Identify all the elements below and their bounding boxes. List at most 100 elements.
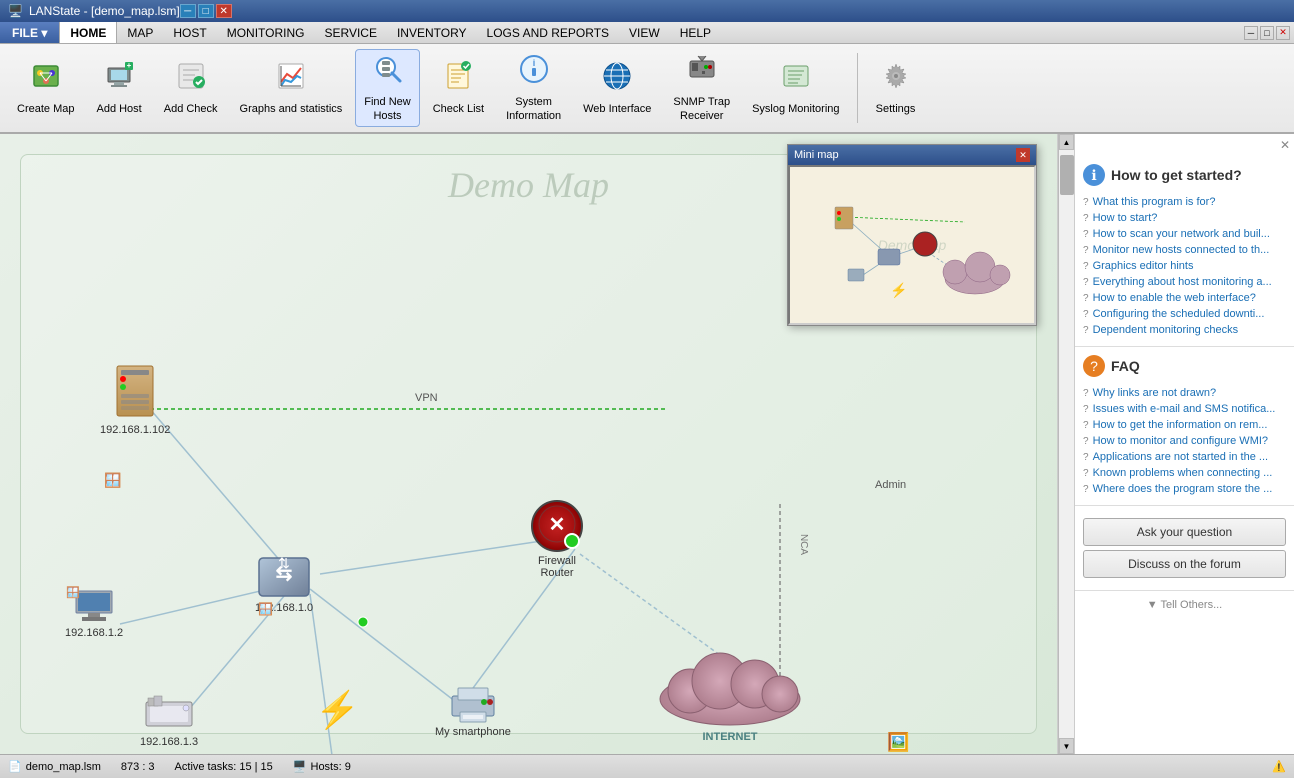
svg-text:⚡: ⚡ [890, 282, 907, 299]
svg-text:+: + [127, 61, 132, 70]
link-scan-network[interactable]: ? How to scan your network and buil... [1083, 226, 1286, 242]
link-label-7: How to enable the web interface? [1093, 292, 1256, 304]
menu-view[interactable]: VIEW [619, 22, 670, 43]
link-icon-4: ? [1083, 245, 1089, 256]
printer-node[interactable]: My smartphone [435, 684, 511, 738]
link-label-5: Graphics editor hints [1093, 260, 1194, 272]
web-interface-button[interactable]: Web Interface [574, 49, 660, 127]
workstation1-windows-icon: 🪟 [66, 586, 80, 599]
syslog-button[interactable]: Syslog Monitoring [743, 49, 848, 127]
mdi-max-button[interactable]: □ [1260, 26, 1274, 40]
link-what-program[interactable]: ? What this program is for? [1083, 194, 1286, 210]
mini-map-title-bar[interactable]: Mini map ✕ [788, 145, 1036, 165]
link-scheduled-downtime[interactable]: ? Configuring the scheduled downti... [1083, 306, 1286, 322]
link-label-3: How to scan your network and buil... [1093, 228, 1270, 240]
snmp-trap-button[interactable]: SNMP TrapReceiver [664, 49, 739, 127]
warning-status: ⚠️ [1272, 760, 1286, 773]
add-check-button[interactable]: Add Check [155, 49, 227, 127]
scroll-up-button[interactable]: ▲ [1059, 134, 1074, 150]
main-layout: Demo Map [0, 134, 1294, 754]
nca-label: NCA [798, 534, 809, 555]
svg-text:⇅: ⇅ [278, 555, 290, 571]
internet-label: INTERNET [703, 731, 758, 743]
link-label-6: Everything about host monitoring a... [1093, 276, 1272, 288]
faq-link-icon-5: ? [1083, 452, 1089, 463]
system-info-button[interactable]: i SystemInformation [497, 49, 570, 127]
router-windows-icon: 🪟 [258, 602, 273, 616]
faq-link-7[interactable]: ? Where does the program store the ... [1083, 481, 1286, 497]
server-windows-icon: 🪟 [104, 472, 121, 489]
maximize-button[interactable]: □ [198, 4, 214, 18]
faq-link-label-3: How to get the information on rem... [1093, 419, 1268, 431]
file-icon: 📄 [8, 760, 22, 773]
graphs-button[interactable]: Graphs and statistics [231, 49, 352, 127]
close-button[interactable]: ✕ [216, 4, 232, 18]
link-how-to-start[interactable]: ? How to start? [1083, 210, 1286, 226]
warning-icon: ⚠️ [1272, 760, 1286, 773]
faq-link-3[interactable]: ? How to get the information on rem... [1083, 417, 1286, 433]
check-list-button[interactable]: Check List [424, 49, 493, 127]
find-hosts-button[interactable]: Find NewHosts [355, 49, 419, 127]
ask-question-button[interactable]: Ask your question [1083, 518, 1286, 546]
mdi-close-button[interactable]: ✕ [1276, 26, 1290, 40]
link-dependent-checks[interactable]: ? Dependent monitoring checks [1083, 322, 1286, 338]
menu-inventory[interactable]: INVENTORY [387, 22, 477, 43]
faq-link-2[interactable]: ? Issues with e-mail and SMS notifica... [1083, 401, 1286, 417]
scanner-node[interactable]: 192.168.1.3 [140, 694, 198, 748]
system-info-label: SystemInformation [506, 96, 561, 122]
map-area[interactable]: Demo Map [0, 134, 1058, 754]
faq-link-label-4: How to monitor and configure WMI? [1093, 435, 1268, 447]
faq-link-icon-4: ? [1083, 436, 1089, 447]
web-interface-icon [601, 60, 633, 99]
link-web-interface[interactable]: ? How to enable the web interface? [1083, 290, 1286, 306]
faq-link-icon-7: ? [1083, 484, 1089, 495]
hosts-label: Hosts: 9 [311, 761, 351, 773]
link-icon-2: ? [1083, 213, 1089, 224]
firewall-node[interactable]: ✕ FirewallRouter [530, 499, 584, 579]
menu-file[interactable]: FILE ▾ [0, 22, 59, 43]
server-node[interactable]: 192.168.1.102 [100, 364, 170, 436]
faq-header: ? FAQ [1083, 355, 1286, 377]
mdi-min-button[interactable]: ─ [1244, 26, 1258, 40]
menu-monitoring[interactable]: MONITORING [217, 22, 315, 43]
mini-map-close-button[interactable]: ✕ [1016, 148, 1030, 162]
faq-link-label-6: Known problems when connecting ... [1093, 467, 1273, 479]
map-title: Demo Map [448, 164, 609, 206]
discuss-forum-button[interactable]: Discuss on the forum [1083, 550, 1286, 578]
scroll-down-button[interactable]: ▼ [1059, 738, 1074, 754]
menu-home[interactable]: HOME [59, 22, 117, 43]
faq-link-4[interactable]: ? How to monitor and configure WMI? [1083, 433, 1286, 449]
menu-service[interactable]: SERVICE [315, 22, 387, 43]
add-host-label: Add Host [96, 103, 141, 116]
status-bar: 📄 demo_map.lsm 873 : 3 Active tasks: 15 … [0, 754, 1294, 778]
faq-links: ? Why links are not drawn? ? Issues with… [1083, 385, 1286, 497]
link-monitor-new-hosts[interactable]: ? Monitor new hosts connected to th... [1083, 242, 1286, 258]
internet-node[interactable]: INTERNET [650, 639, 810, 743]
menu-help[interactable]: HELP [670, 22, 721, 43]
menu-map[interactable]: MAP [117, 22, 163, 43]
graphs-icon [275, 60, 307, 99]
mini-map-content: Demo Map [788, 165, 1036, 325]
side-panel-close-area: ✕ [1075, 134, 1294, 156]
find-hosts-label: Find NewHosts [364, 96, 410, 122]
add-host-button[interactable]: + Add Host [87, 49, 150, 127]
link-graphics-hints[interactable]: ? Graphics editor hints [1083, 258, 1286, 274]
link-label-9: Dependent monitoring checks [1093, 324, 1239, 336]
create-map-button[interactable]: Create Map [8, 49, 83, 127]
scroll-thumb[interactable] [1060, 155, 1074, 195]
graphs-label: Graphs and statistics [240, 103, 343, 116]
link-host-monitoring[interactable]: ? Everything about host monitoring a... [1083, 274, 1286, 290]
minimize-button[interactable]: ─ [180, 4, 196, 18]
faq-link-6[interactable]: ? Known problems when connecting ... [1083, 465, 1286, 481]
link-label-1: What this program is for? [1093, 196, 1216, 208]
getting-started-header: ℹ How to get started? [1083, 164, 1286, 186]
menu-host[interactable]: HOST [163, 22, 216, 43]
menu-logs[interactable]: LOGS AND REPORTS [477, 22, 619, 43]
faq-link-5[interactable]: ? Applications are not started in the ..… [1083, 449, 1286, 465]
app-icon: 🖥️ [8, 4, 23, 18]
side-panel: ✕ ℹ How to get started? ? What this prog… [1074, 134, 1294, 754]
faq-link-label-1: Why links are not drawn? [1093, 387, 1217, 399]
side-panel-close-button[interactable]: ✕ [1280, 138, 1290, 152]
settings-button[interactable]: Settings [866, 49, 926, 127]
faq-link-1[interactable]: ? Why links are not drawn? [1083, 385, 1286, 401]
